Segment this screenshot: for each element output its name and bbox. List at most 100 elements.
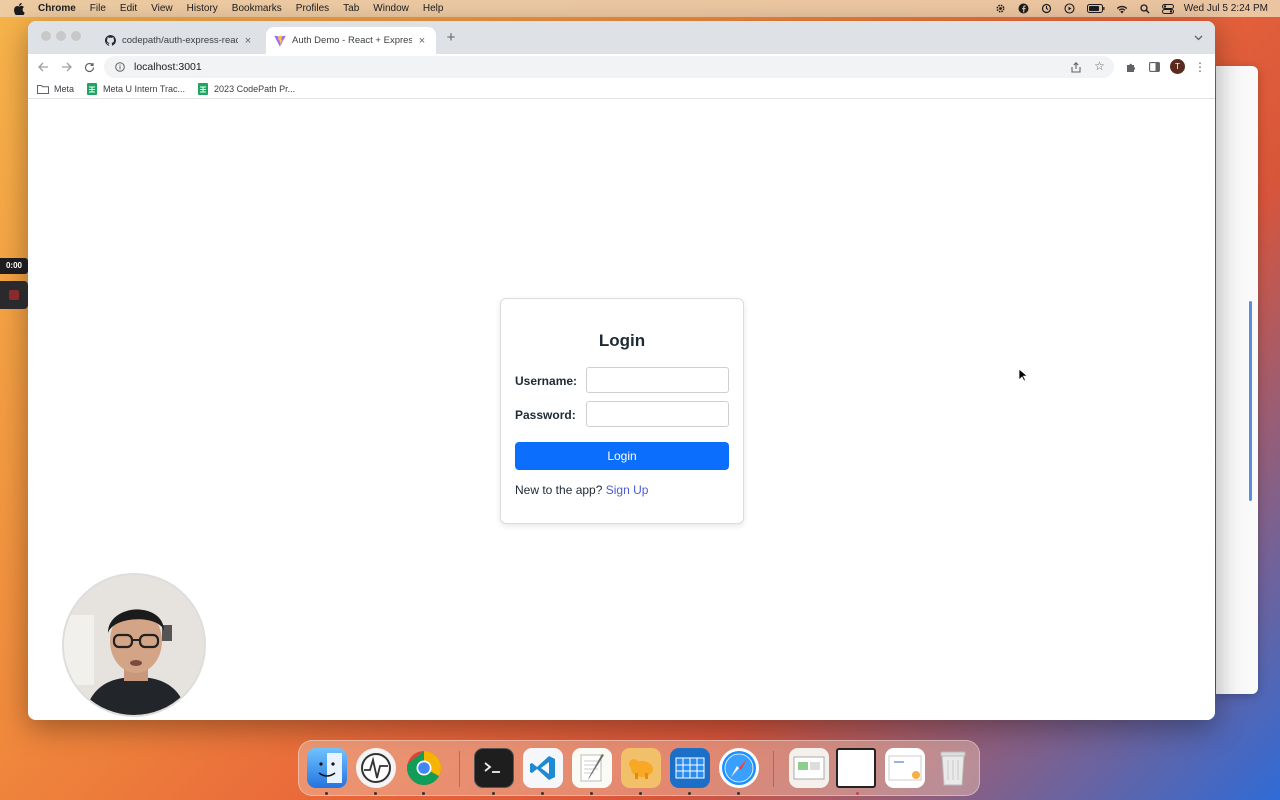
back-arrow-icon[interactable] <box>36 60 50 74</box>
macos-dock <box>298 740 980 796</box>
signup-row: New to the app? Sign Up <box>515 483 648 497</box>
tab-close-icon[interactable]: × <box>416 35 428 47</box>
vscode-icon[interactable] <box>523 748 563 788</box>
tableplus-icon[interactable] <box>621 748 661 788</box>
share-icon[interactable] <box>1070 61 1082 73</box>
tab-strip: codepath/auth-express-react- × Auth Demo… <box>28 21 1215 54</box>
username-input[interactable] <box>586 367 729 393</box>
chrome-browser-window: codepath/auth-express-react- × Auth Demo… <box>28 21 1215 720</box>
background-app-window[interactable] <box>1216 66 1258 694</box>
tab-close-icon[interactable]: × <box>242 35 254 47</box>
kebab-menu-icon[interactable]: ⋮ <box>1193 60 1207 74</box>
webcam-bubble[interactable] <box>62 573 206 717</box>
tab-title: codepath/auth-express-react- <box>122 35 238 46</box>
sync-status-icon[interactable] <box>1041 3 1053 15</box>
menu-tab[interactable]: Tab <box>343 3 359 14</box>
menubar-status-area: Wed Jul 5 2:24 PM <box>984 0 1268 17</box>
browser-toolbar: localhost:3001 ☆ T ⋮ <box>28 54 1215 80</box>
recording-stop-button[interactable] <box>0 281 28 309</box>
page-viewport: Login Username: Password: Login New to t… <box>28 100 1215 720</box>
profile-avatar[interactable]: T <box>1170 59 1185 74</box>
running-indicator <box>541 792 544 795</box>
finder-icon[interactable] <box>307 748 347 788</box>
login-button[interactable]: Login <box>515 442 729 470</box>
sheets-icon <box>197 83 209 95</box>
running-indicator <box>856 792 859 795</box>
dock-separator <box>459 751 460 787</box>
running-indicator <box>639 792 642 795</box>
presenter-video-image <box>64 575 204 715</box>
chrome-icon[interactable] <box>404 748 444 788</box>
extensions-puzzle-icon[interactable] <box>1124 60 1138 74</box>
apple-menu-icon[interactable] <box>12 2 26 16</box>
spotlight-search-icon[interactable] <box>1139 3 1151 15</box>
bookmark-label: Meta U Intern Trac... <box>103 84 186 94</box>
signup-prompt: New to the app? <box>515 483 603 497</box>
menu-edit[interactable]: Edit <box>120 3 137 14</box>
bookmarks-bar: Meta Meta U Intern Trac... 2023 CodePath… <box>28 80 1215 99</box>
running-indicator <box>492 792 495 795</box>
running-indicator <box>590 792 593 795</box>
activity-monitor-icon[interactable] <box>356 748 396 788</box>
background-window-scrollbar <box>1249 301 1252 501</box>
stop-icon <box>9 290 19 300</box>
bookmark-label: 2023 CodePath Pr... <box>214 84 296 94</box>
meta-status-icon[interactable] <box>1018 3 1030 15</box>
document-preview-icon[interactable] <box>885 748 925 788</box>
tab-auth-demo[interactable]: Auth Demo - React + Express × <box>266 27 436 54</box>
running-indicator <box>422 792 425 795</box>
textedit-icon[interactable] <box>572 748 612 788</box>
menu-view[interactable]: View <box>151 3 173 14</box>
menubar-clock[interactable]: Wed Jul 5 2:24 PM <box>1184 3 1268 14</box>
window-close-button[interactable] <box>41 31 51 41</box>
battery-icon[interactable] <box>1086 3 1105 15</box>
tab-github-repo[interactable]: codepath/auth-express-react- × <box>96 27 262 54</box>
running-indicator <box>737 792 740 795</box>
password-input[interactable] <box>586 401 729 427</box>
menu-profiles[interactable]: Profiles <box>296 3 329 14</box>
menu-help[interactable]: Help <box>423 3 444 14</box>
window-preview-icon[interactable] <box>836 748 876 788</box>
site-info-icon[interactable] <box>114 61 126 73</box>
github-icon <box>104 35 116 47</box>
signup-link[interactable]: Sign Up <box>606 483 649 497</box>
window-minimize-button[interactable] <box>56 31 66 41</box>
window-zoom-button[interactable] <box>71 31 81 41</box>
play-status-icon[interactable] <box>1064 3 1076 15</box>
downloads-folder-icon[interactable] <box>789 748 829 788</box>
vite-icon <box>274 34 286 47</box>
menu-app-name[interactable]: Chrome <box>38 3 76 14</box>
running-indicator <box>325 792 328 795</box>
recording-timer: 0:00 <box>0 258 28 274</box>
gear-status-icon[interactable] <box>995 3 1007 15</box>
terminal-icon[interactable] <box>474 748 514 788</box>
bookmark-codepath[interactable]: 2023 CodePath Pr... <box>197 83 296 95</box>
sheets-icon <box>86 83 98 95</box>
menu-file[interactable]: File <box>90 3 106 14</box>
mouse-cursor-icon <box>1018 368 1028 382</box>
chevron-down-icon[interactable] <box>1191 31 1205 45</box>
trash-icon[interactable] <box>933 748 973 788</box>
menu-history[interactable]: History <box>187 3 218 14</box>
password-label: Password: <box>515 408 576 422</box>
bookmark-meta-folder[interactable]: Meta <box>37 84 74 95</box>
running-indicator <box>374 792 377 795</box>
menu-window[interactable]: Window <box>373 3 409 14</box>
reload-icon[interactable] <box>82 60 96 74</box>
menu-bookmarks[interactable]: Bookmarks <box>232 3 282 14</box>
dock-separator <box>773 751 774 787</box>
address-bar[interactable]: localhost:3001 ☆ <box>104 56 1114 78</box>
control-center-icon[interactable] <box>1161 3 1174 15</box>
bookmark-star-icon[interactable]: ☆ <box>1093 60 1106 73</box>
forward-arrow-icon[interactable] <box>59 60 73 74</box>
login-heading: Login <box>598 331 646 350</box>
safari-icon[interactable] <box>719 748 759 788</box>
url-text[interactable]: localhost:3001 <box>134 61 202 73</box>
side-panel-icon[interactable] <box>1147 60 1161 74</box>
tab-title: Auth Demo - React + Express <box>292 35 412 46</box>
wifi-icon[interactable] <box>1116 3 1128 15</box>
bookmark-meta-intern-tracker[interactable]: Meta U Intern Trac... <box>86 83 186 95</box>
numbers-grid-icon[interactable] <box>670 748 710 788</box>
new-tab-plus-icon[interactable]: + <box>444 30 458 45</box>
login-form-card: Login Username: Password: Login New to t… <box>500 298 744 524</box>
